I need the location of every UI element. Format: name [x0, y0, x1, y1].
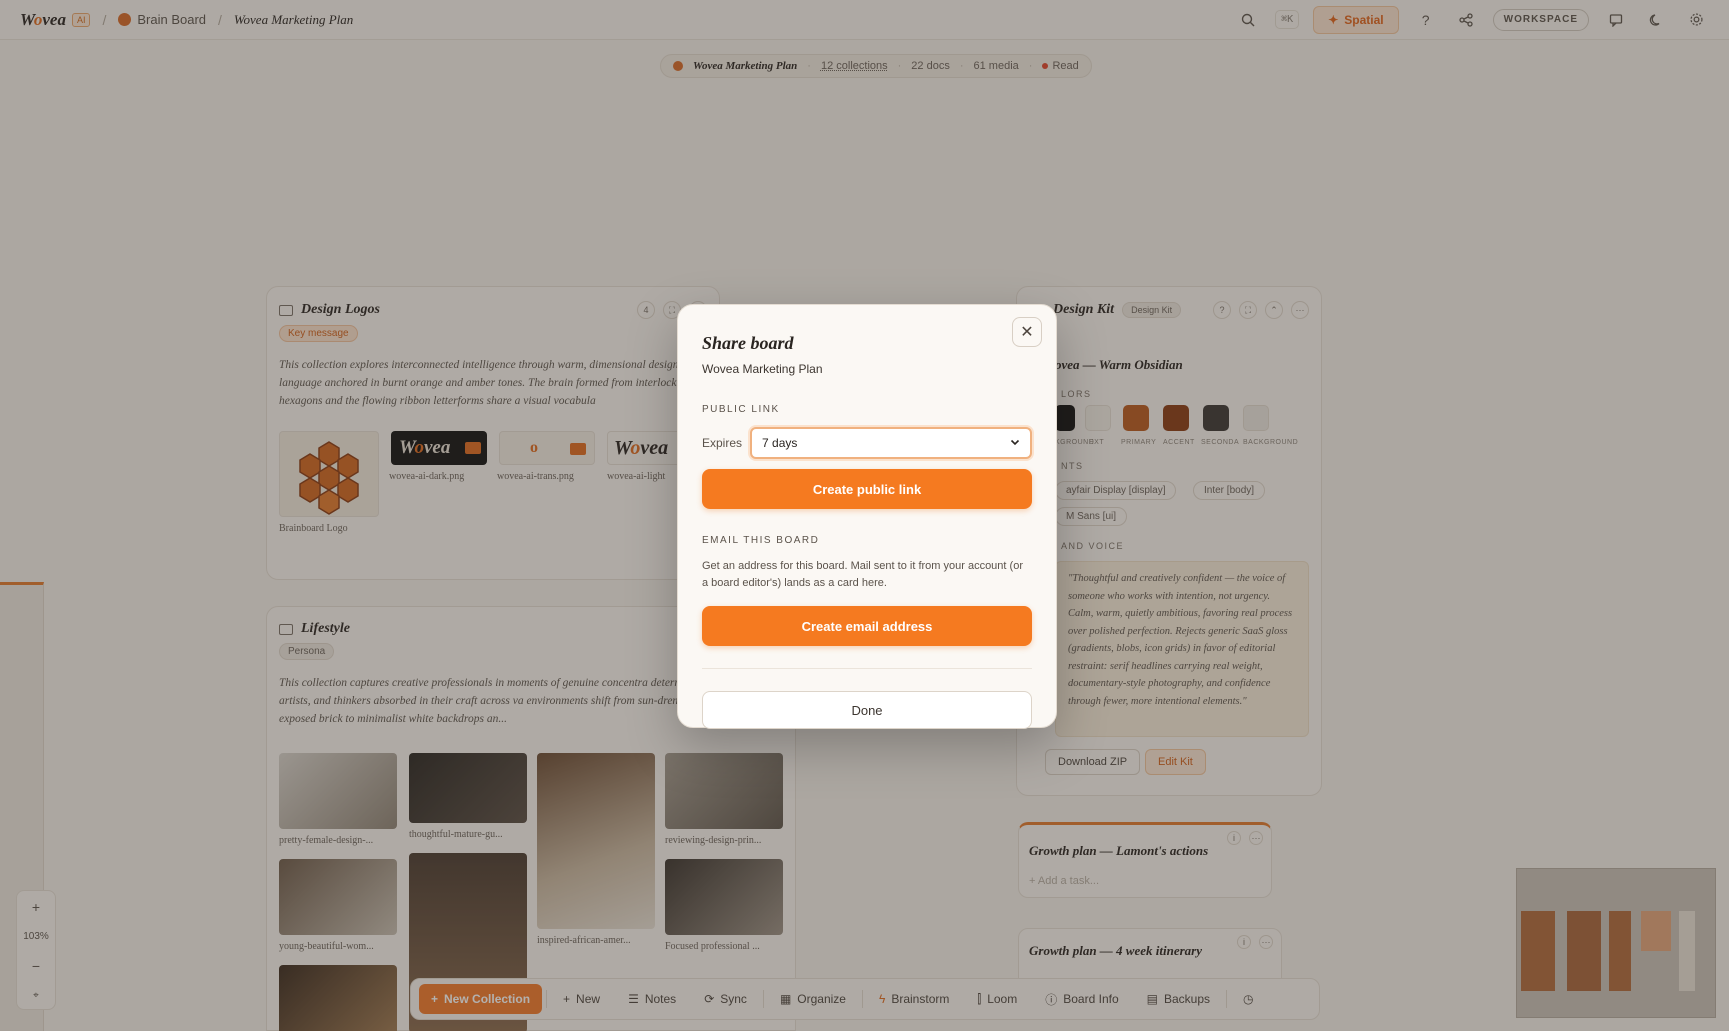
email-description: Get an address for this board. Mail sent…	[702, 560, 1023, 589]
modal-title: Share board	[702, 333, 794, 353]
create-email-address-button[interactable]: Create email address	[702, 606, 1032, 646]
close-icon[interactable]: ✕	[1012, 317, 1042, 347]
public-link-label: PUBLIC LINK	[702, 404, 780, 415]
expires-label: Expires	[702, 436, 743, 450]
expires-value: 7 days	[762, 436, 798, 450]
email-board-label: EMAIL THIS BOARD	[702, 535, 820, 546]
share-board-modal: ✕ Share board Wovea Marketing Plan PUBLI…	[677, 304, 1057, 729]
done-button[interactable]: Done	[702, 691, 1032, 729]
expires-select[interactable]: 7 days	[750, 427, 1032, 459]
chevron-down-icon	[1010, 436, 1020, 450]
expires-row: Expires 7 days	[702, 427, 1032, 459]
modal-subtitle: Wovea Marketing Plan	[702, 362, 823, 376]
create-public-link-button[interactable]: Create public link	[702, 469, 1032, 509]
